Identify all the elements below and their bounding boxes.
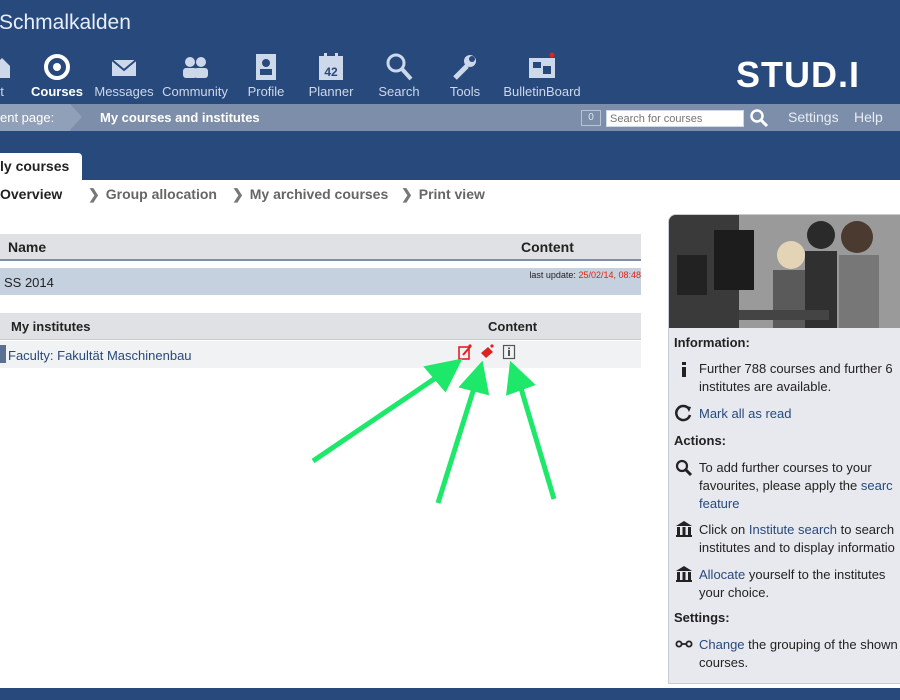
tab-band	[0, 131, 900, 180]
profile-icon	[256, 54, 276, 80]
institute-row: Faculty: Fakultät Maschinenbau	[0, 341, 641, 368]
search-feature-link[interactable]: searc	[861, 478, 893, 493]
breadcrumb-separator	[70, 104, 82, 130]
info-icon[interactable]	[502, 344, 516, 360]
green-arrow	[435, 360, 490, 504]
change-link[interactable]: Change	[699, 637, 745, 652]
institute-icon	[676, 521, 692, 537]
refresh-icon	[675, 404, 692, 422]
breadcrumb: ent page: My courses and institutes 0 Se…	[0, 104, 900, 131]
column-content: Content	[488, 319, 538, 334]
bulletinboard-icon	[529, 52, 555, 78]
green-arrow	[506, 360, 557, 500]
chevron-right-icon: ❯	[88, 186, 100, 202]
last-update: last update: 25/02/14, 08:48	[529, 270, 641, 280]
studip-logo: STUD.I	[736, 54, 861, 95]
mark-all-read-link[interactable]: Mark all as read	[699, 405, 900, 423]
green-arrow	[311, 358, 463, 464]
info-icon	[682, 362, 686, 377]
nav-messages[interactable]: Messages	[92, 52, 156, 99]
calendar-icon: 42	[319, 53, 343, 80]
institute-icon	[0, 345, 6, 363]
svg-text:42: 42	[324, 65, 338, 79]
students-at-computers-image	[669, 215, 900, 328]
setting-grouping: Change the grouping of the shown courses.	[699, 637, 898, 670]
chevron-right-icon: ❯	[232, 186, 244, 202]
nav-start[interactable]: t	[0, 52, 12, 99]
semester-label: SS 2014	[4, 275, 54, 290]
header-bar: Schmalkalden t Courses Messages Communit…	[0, 0, 900, 104]
nav-community[interactable]: Community	[160, 52, 230, 99]
breadcrumb-label: ent page:	[0, 104, 70, 131]
new-news-icon[interactable]	[458, 344, 472, 360]
subnav-print-view[interactable]: ❯ Print view	[401, 186, 485, 203]
nav-tools[interactable]: Tools	[444, 52, 486, 99]
info-text: Further 788 courses and further 6 institu…	[699, 361, 893, 394]
wrench-icon	[453, 55, 476, 80]
action-allocate: Allocate yourself to the institutes your …	[699, 567, 886, 600]
quicksearch-search-icon[interactable]	[749, 108, 769, 128]
footer-bar	[0, 688, 900, 700]
actions-heading: Actions:	[674, 433, 726, 448]
courses-icon	[44, 54, 70, 80]
help-link[interactable]: Help	[854, 104, 883, 131]
nav-search[interactable]: Search	[376, 52, 422, 99]
sidebar-photo	[669, 215, 900, 328]
institutes-table-header: My institutes Content	[0, 313, 641, 340]
info-heading: Information:	[674, 335, 750, 350]
search-feature-link-cont[interactable]: feature	[699, 496, 739, 511]
column-content: Content	[521, 239, 574, 255]
new-documents-icon[interactable]	[480, 344, 494, 360]
nav-bulletinboard[interactable]: BulletinBoard	[500, 52, 584, 99]
search-icon	[386, 53, 413, 81]
quicksearch-input[interactable]	[606, 110, 744, 127]
institute-search-link[interactable]: Institute search	[749, 522, 837, 537]
subnav-overview[interactable]: Overview	[0, 186, 62, 202]
semester-row: SS 2014 last update: 25/02/14, 08:48	[0, 268, 641, 295]
chevron-right-icon: ❯	[401, 186, 413, 202]
quicksearch-count: 0	[581, 110, 601, 126]
column-my-institutes: My institutes	[11, 319, 91, 334]
action-add-courses: To add further courses to your favourites…	[699, 460, 893, 511]
subnav-archived-courses[interactable]: ❯ My archived courses	[232, 186, 388, 203]
link-icon	[675, 640, 693, 648]
faculty-link[interactable]: Faculty: Fakultät Maschinenbau	[8, 348, 192, 363]
nav-planner[interactable]: 42 Planner	[306, 52, 356, 99]
sidebar: Information: Further 788 courses and fur…	[668, 214, 900, 684]
nav-profile[interactable]: Profile	[244, 52, 288, 99]
tab-my-courses[interactable]: ly courses	[0, 153, 82, 180]
settings-heading: Settings:	[674, 610, 730, 625]
search-icon	[675, 459, 693, 477]
subnav-group-allocation[interactable]: ❯ Group allocation	[88, 186, 217, 203]
courses-table-header: Name Content	[0, 234, 641, 261]
university-name: Schmalkalden	[0, 11, 131, 34]
people-icon	[183, 57, 208, 78]
breadcrumb-current: My courses and institutes	[100, 110, 260, 125]
settings-link[interactable]: Settings	[788, 104, 839, 131]
allocate-link[interactable]: Allocate	[699, 567, 745, 582]
column-name: Name	[8, 239, 47, 255]
action-institute-search: Click on Institute search to search insti…	[699, 522, 895, 555]
home-icon	[0, 58, 10, 78]
institute-icon	[676, 566, 692, 582]
envelope-icon	[111, 59, 137, 76]
nav-courses[interactable]: Courses	[30, 52, 84, 99]
